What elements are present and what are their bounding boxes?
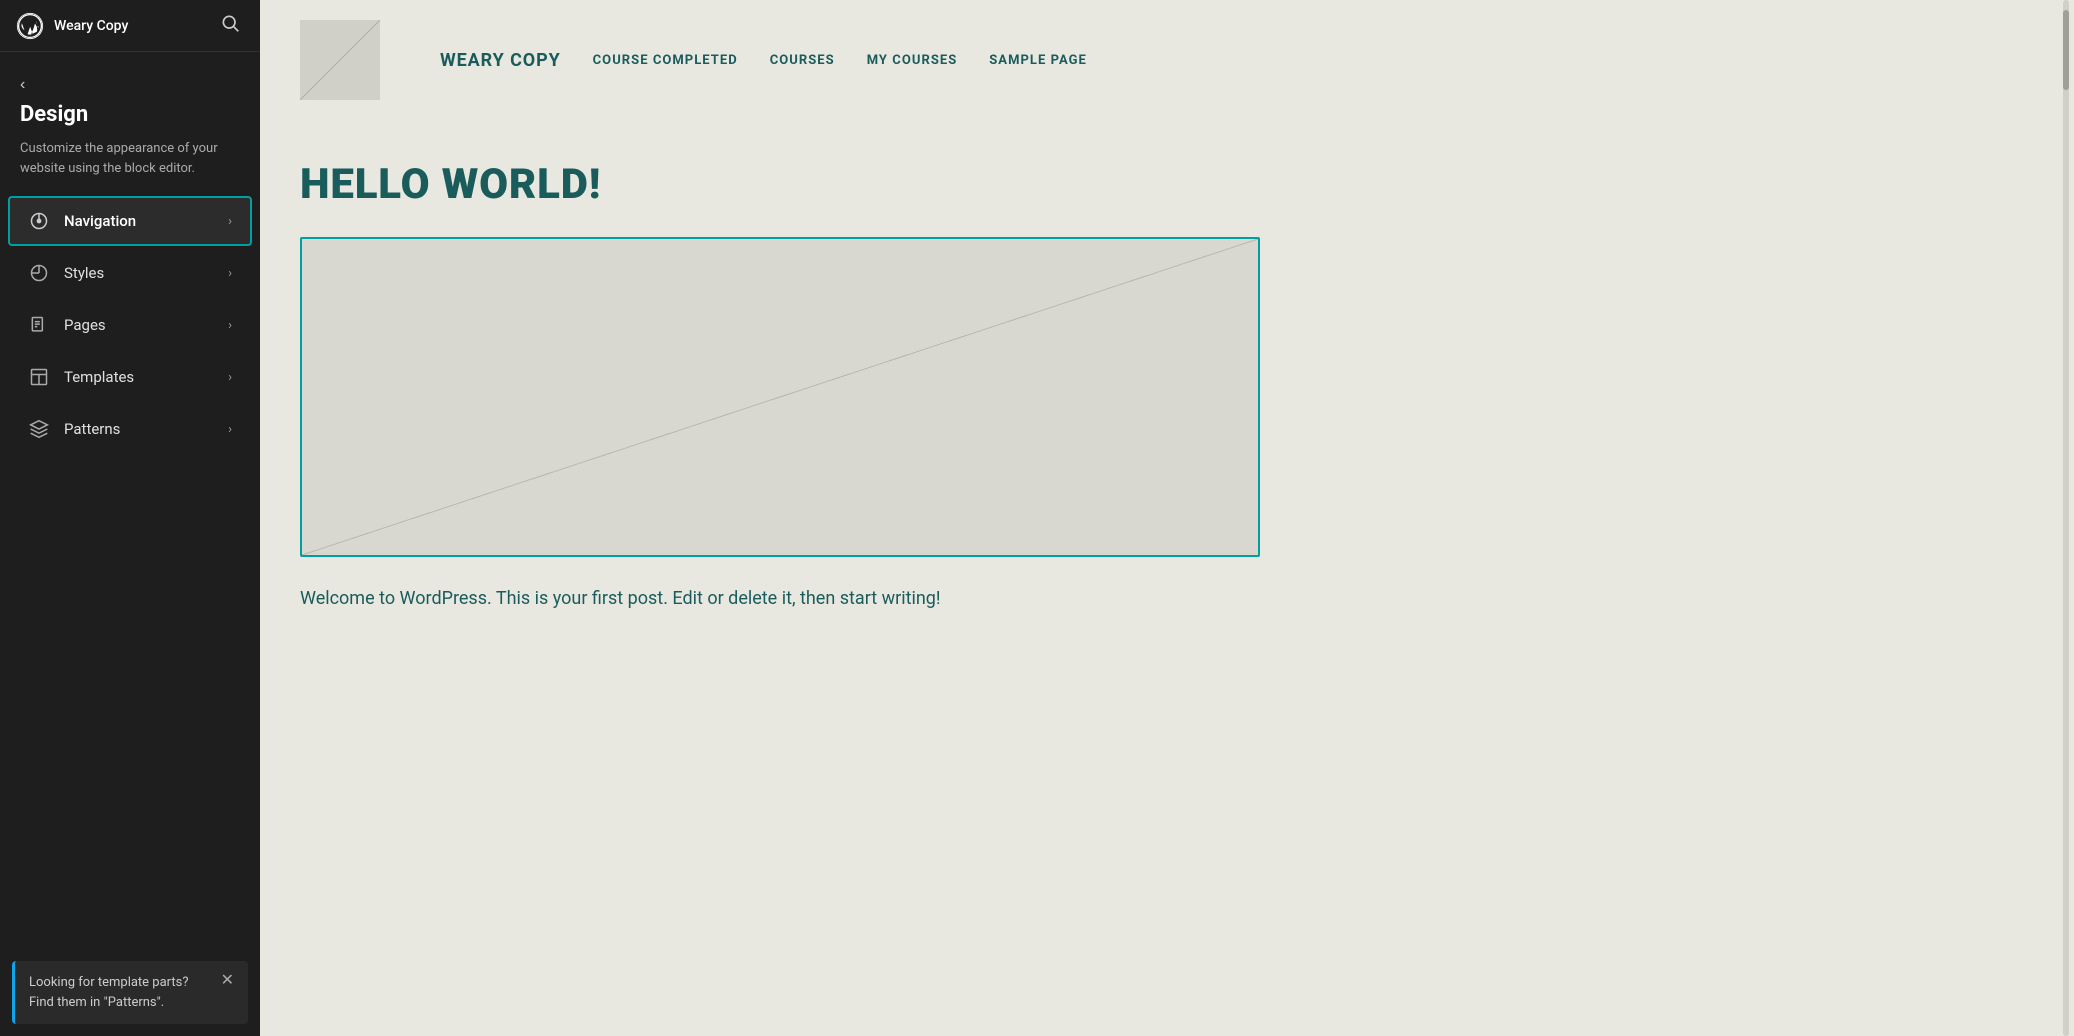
preview-scrollbar[interactable]: [2062, 0, 2070, 1036]
preview-content: HELLO WORLD! Welcome to WordPress. This …: [260, 120, 2074, 654]
patterns-icon: [28, 418, 50, 440]
design-header: ‹ Design Customize the appearance of you…: [0, 52, 260, 194]
templates-icon: [28, 366, 50, 388]
sidebar-item-patterns[interactable]: Patterns ›: [8, 404, 252, 454]
sidebar-item-styles[interactable]: Styles ›: [8, 248, 252, 298]
preview-featured-image: [300, 237, 1260, 557]
patterns-label: Patterns: [64, 420, 120, 438]
styles-icon: [28, 262, 50, 284]
pages-icon: [28, 314, 50, 336]
nav-items-list: Navigation › Styles ›: [0, 194, 260, 953]
top-bar: W Weary Copy: [0, 0, 260, 52]
preview-header: WEARY COPY COURSE COMPLETED COURSES MY C…: [260, 0, 2074, 120]
preview-navigation: WEARY COPY COURSE COMPLETED COURSES MY C…: [440, 50, 1087, 71]
preview-logo: [300, 20, 380, 100]
navigation-label: Navigation: [64, 212, 136, 230]
sidebar-item-navigation[interactable]: Navigation ›: [8, 196, 252, 246]
back-button[interactable]: ‹: [20, 76, 25, 94]
design-description: Customize the appearance of your website…: [20, 139, 240, 178]
templates-chevron: ›: [228, 370, 232, 385]
styles-label: Styles: [64, 264, 104, 282]
pages-chevron: ›: [228, 318, 232, 333]
top-bar-left: W Weary Copy: [16, 12, 128, 40]
preview-site-name: WEARY COPY: [440, 50, 561, 71]
left-panel: W Weary Copy ‹ Design Customize the appe…: [0, 0, 260, 1036]
preview-body-text: Welcome to WordPress. This is your first…: [300, 585, 1200, 614]
scrollbar-thumb: [2063, 10, 2069, 90]
preview-nav-sample-page: SAMPLE PAGE: [989, 53, 1087, 68]
sidebar-item-templates[interactable]: Templates ›: [8, 352, 252, 402]
notification-text: Looking for template parts? Find them in…: [29, 973, 213, 1012]
preview-nav-courses: COURSES: [770, 53, 835, 68]
styles-chevron: ›: [228, 266, 232, 281]
scrollbar-track: [2063, 0, 2069, 1036]
preview-heading: HELLO WORLD!: [300, 160, 2034, 209]
back-arrow-icon: ‹: [20, 76, 25, 94]
search-button[interactable]: [216, 9, 244, 42]
svg-text:W: W: [24, 19, 37, 33]
preview-nav-my-courses: MY COURSES: [867, 53, 958, 68]
wordpress-logo: W: [16, 12, 44, 40]
preview-nav-course-completed: COURSE COMPLETED: [593, 53, 738, 68]
notification-bar: Looking for template parts? Find them in…: [12, 961, 248, 1024]
navigation-chevron: ›: [228, 214, 232, 229]
site-name: Weary Copy: [54, 18, 128, 34]
patterns-chevron: ›: [228, 422, 232, 437]
templates-label: Templates: [64, 368, 134, 386]
sidebar-item-pages[interactable]: Pages ›: [8, 300, 252, 350]
preview-panel: WEARY COPY COURSE COMPLETED COURSES MY C…: [260, 0, 2074, 1036]
design-title: Design: [20, 102, 240, 127]
search-icon: [220, 13, 240, 33]
pages-label: Pages: [64, 316, 106, 334]
close-notification-button[interactable]: ✕: [221, 973, 234, 989]
navigation-icon: [28, 210, 50, 232]
